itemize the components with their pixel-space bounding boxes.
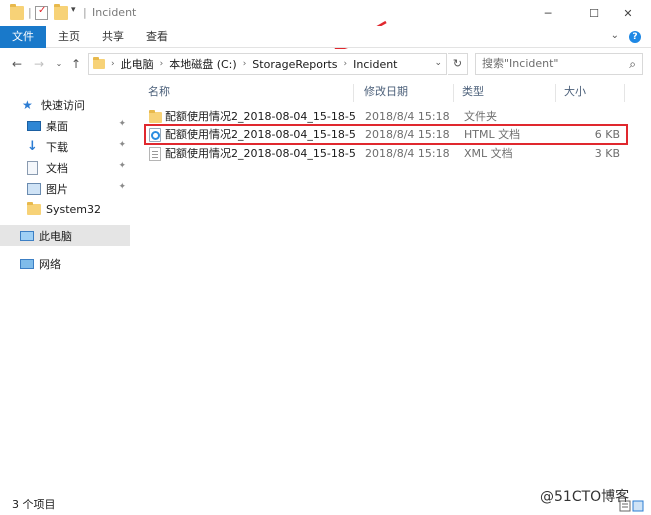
sidebar-item-documents[interactable]: 文档 ✦ xyxy=(0,157,130,178)
sidebar-item-label: System32 xyxy=(46,203,102,216)
minimize-button[interactable]: ─ xyxy=(525,0,571,26)
watermark: @51CTO博客 xyxy=(540,489,630,505)
navigation-bar: ← → ⌄ ↑ › 此电脑 › 本地磁盘 (C:) › StorageRepor… xyxy=(0,49,651,79)
sidebar-item-label: 文档 xyxy=(46,161,68,175)
search-icon[interactable]: ⌕ xyxy=(629,54,636,74)
column-divider[interactable] xyxy=(353,84,354,102)
address-bar[interactable]: › 此电脑 › 本地磁盘 (C:) › StorageReports › Inc… xyxy=(88,53,447,75)
sidebar-item-label: 下载 xyxy=(46,140,68,154)
column-header-type[interactable]: 类型 xyxy=(462,80,484,104)
new-folder-icon[interactable] xyxy=(54,4,68,20)
breadcrumb-storagereports[interactable]: StorageReports xyxy=(248,58,341,71)
recent-locations-icon[interactable]: ⌄ xyxy=(52,57,66,71)
document-icon xyxy=(27,160,38,175)
breadcrumb-local-disk[interactable]: 本地磁盘 (C:) xyxy=(165,56,240,72)
desktop-icon xyxy=(27,120,41,131)
sidebar-item-label: 图片 xyxy=(46,182,68,196)
picture-icon xyxy=(27,182,41,195)
folder-icon xyxy=(149,110,162,123)
back-arrow-icon[interactable]: ← xyxy=(10,57,24,71)
ribbon-expand-icon[interactable]: ⌄ xyxy=(611,30,619,41)
computer-icon xyxy=(20,230,34,241)
sidebar-item-pictures[interactable]: 图片 ✦ xyxy=(0,178,130,199)
column-header-modified[interactable]: 修改日期 xyxy=(364,80,408,104)
status-bar-count: 3 个项目 xyxy=(12,498,56,511)
address-dropdown-icon[interactable]: ⌄ xyxy=(434,58,442,68)
file-modified: 2018/8/4 15:18 xyxy=(365,147,450,160)
sidebar-item-label: 此电脑 xyxy=(39,229,72,243)
file-name: 配额使用情况2_2018-08-04_15-18-55 xyxy=(165,147,355,160)
title-bar: | ✓ ▾ | Incident ─ ☐ ✕ xyxy=(0,0,651,26)
search-placeholder: 搜索"Incident" xyxy=(482,57,559,70)
star-icon: ★ xyxy=(22,97,33,112)
folder-icon xyxy=(27,202,41,215)
refresh-icon[interactable]: ↻ xyxy=(448,53,468,75)
tab-file[interactable]: 文件 xyxy=(0,26,46,48)
column-divider[interactable] xyxy=(555,84,556,102)
close-button[interactable]: ✕ xyxy=(605,0,651,26)
column-header-size[interactable]: 大小 xyxy=(564,80,586,104)
xml-file-icon xyxy=(149,147,161,161)
pin-icon[interactable]: ✦ xyxy=(118,182,126,192)
tab-view[interactable]: 查看 xyxy=(140,26,174,48)
file-type: XML 文档 xyxy=(464,147,513,160)
sidebar-item-desktop[interactable]: 桌面 ✦ xyxy=(0,115,130,136)
sidebar-item-system32[interactable]: System32 xyxy=(0,199,130,220)
breadcrumb-separator-icon: › xyxy=(159,59,164,69)
download-icon: ↓ xyxy=(27,138,38,154)
sidebar-item-label: 网络 xyxy=(39,257,61,271)
sidebar-item-label: 快速访问 xyxy=(41,98,85,112)
column-header-name[interactable]: 名称 xyxy=(148,80,170,104)
view-mode-icon[interactable] xyxy=(619,500,645,512)
pin-icon[interactable]: ✦ xyxy=(118,161,126,171)
breadcrumb-this-pc[interactable]: 此电脑 xyxy=(117,56,158,72)
sidebar-item-quick-access[interactable]: ★ 快速访问 xyxy=(0,94,130,115)
quick-access-dropdown-icon[interactable]: ▾ xyxy=(71,5,76,19)
ribbon-tabs: 文件 主页 共享 查看 ⌄ ? xyxy=(0,26,651,48)
breadcrumb-incident[interactable]: Incident xyxy=(349,58,401,71)
sidebar-item-this-pc[interactable]: 此电脑 xyxy=(0,225,130,246)
pin-icon[interactable]: ✦ xyxy=(118,119,126,129)
up-arrow-icon[interactable]: ↑ xyxy=(69,57,83,71)
breadcrumb-separator-icon: › xyxy=(343,59,348,69)
window-title: Incident xyxy=(92,6,137,19)
column-divider[interactable] xyxy=(624,84,625,102)
tab-share[interactable]: 共享 xyxy=(96,26,130,48)
table-row[interactable]: 配额使用情况2_2018-08-04_15-18-55 2018/8/4 15:… xyxy=(140,145,624,163)
forward-arrow-icon[interactable]: → xyxy=(32,57,46,71)
breadcrumb-separator-icon: › xyxy=(242,59,247,69)
search-input[interactable]: 搜索"Incident" ⌕ xyxy=(475,53,643,75)
network-icon xyxy=(20,258,34,269)
help-icon[interactable]: ? xyxy=(629,31,641,43)
tab-home[interactable]: 主页 xyxy=(52,26,86,48)
highlight-box xyxy=(144,124,628,145)
separator: | xyxy=(28,6,32,19)
properties-icon[interactable]: ✓ xyxy=(35,5,48,20)
file-size: 3 KB xyxy=(594,147,620,160)
separator: | xyxy=(83,6,87,19)
breadcrumb-separator-icon: › xyxy=(111,59,115,69)
sidebar-item-label: 桌面 xyxy=(46,119,68,133)
column-divider[interactable] xyxy=(453,84,454,102)
folder-icon xyxy=(93,57,105,69)
sidebar-item-network[interactable]: 网络 xyxy=(0,253,130,274)
pin-icon[interactable]: ✦ xyxy=(118,140,126,150)
navigation-pane: ★ 快速访问 桌面 ✦ ↓ 下载 ✦ 文档 ✦ 图片 ✦ System32 此电… xyxy=(0,84,130,490)
sidebar-item-downloads[interactable]: ↓ 下载 ✦ xyxy=(0,136,130,157)
folder-icon xyxy=(10,4,24,20)
